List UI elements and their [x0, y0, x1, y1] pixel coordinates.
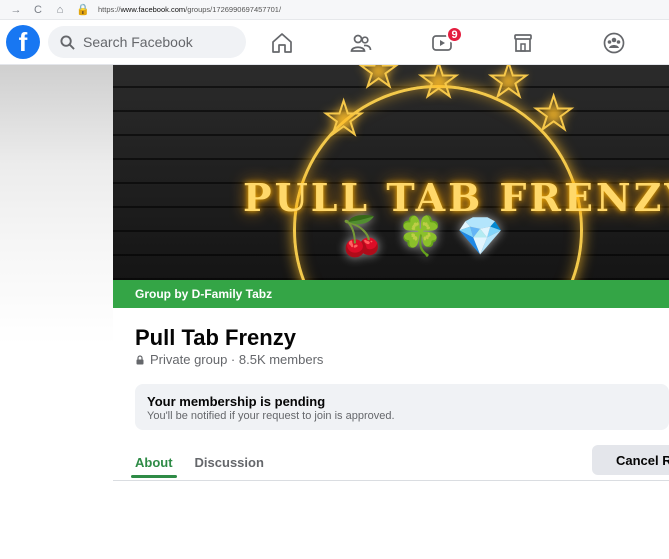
nav-watch[interactable]: 9	[412, 20, 472, 65]
diamond-icon: 💎	[456, 216, 504, 258]
home-icon[interactable]: ⌂	[54, 4, 66, 16]
screenshot-reflection: About Discussion Cancel Request Your mem…	[0, 481, 669, 559]
left-sidebar-shade	[0, 65, 113, 465]
pending-heading: Your membership is pending	[147, 394, 326, 409]
nav-groups[interactable]	[584, 20, 644, 65]
group-title: Pull Tab Frenzy	[135, 325, 296, 350]
url-path: /groups/1726990697457701/	[185, 5, 282, 14]
url-field[interactable]: https://www.facebook.com/groups/17269906…	[98, 5, 281, 14]
browser-address-bar: → C ⌂ 🔒 https://www.facebook.com/groups/…	[0, 0, 669, 20]
search-icon	[60, 34, 75, 50]
lucky-clover-icon: 🍀	[397, 216, 445, 258]
neon-star-icon: ★	[357, 65, 400, 96]
search-placeholder: Search Facebook	[83, 34, 193, 50]
cancel-request-button[interactable]: Cancel Request	[592, 445, 669, 475]
group-tabs: About Discussion	[131, 446, 264, 478]
lock-icon	[136, 354, 144, 364]
refresh-icon[interactable]: C	[32, 4, 44, 16]
marketplace-icon	[514, 33, 532, 52]
group-cover-image[interactable]: ★ ★ ★ ★ ★ PULL TAB FRENZY 🍒 🍀 💎	[113, 65, 669, 280]
groups-icon	[603, 32, 625, 53]
friends-icon	[350, 34, 372, 52]
facebook-logo[interactable]: f	[6, 25, 40, 59]
pending-subtext: You'll be notified if your request to jo…	[147, 410, 395, 422]
home-nav-icon	[272, 32, 292, 53]
back-icon[interactable]: →	[10, 4, 22, 16]
logo-letter: f	[18, 26, 28, 57]
group-by-label: Group by D-Family Tabz	[135, 287, 273, 301]
neon-star-icon: ★	[417, 65, 460, 106]
membership-pending-notice: Your membership is pending You'll be not…	[135, 384, 669, 430]
top-navigation-bar: f Search Facebook 9	[0, 20, 669, 65]
group-by-banner[interactable]: Group by D-Family Tabz	[113, 280, 669, 308]
neon-star-icon: ★	[487, 65, 530, 106]
nav-friends[interactable]	[331, 20, 391, 65]
search-input[interactable]: Search Facebook	[48, 26, 246, 58]
url-host: www.facebook.com	[120, 5, 186, 14]
cover-icons: 🍒 🍀 💎	[338, 215, 504, 259]
nav-home[interactable]	[252, 20, 312, 65]
tab-discussion[interactable]: Discussion	[195, 446, 264, 478]
tab-about[interactable]: About	[131, 446, 177, 478]
group-meta-text: Private group · 8.5K members	[150, 352, 324, 367]
neon-star-icon: ★	[532, 87, 575, 139]
nav-marketplace[interactable]	[493, 20, 553, 65]
lock-icon: 🔒	[76, 4, 90, 16]
cover-neon-title: PULL TAB FRENZY	[243, 175, 669, 220]
url-prefix: https://	[98, 5, 121, 14]
cherries-icon: 🍒	[338, 216, 386, 258]
watch-notification-badge: 9	[446, 26, 463, 43]
neon-star-icon: ★	[322, 92, 365, 144]
group-meta: Private group · 8.5K members	[135, 352, 323, 367]
